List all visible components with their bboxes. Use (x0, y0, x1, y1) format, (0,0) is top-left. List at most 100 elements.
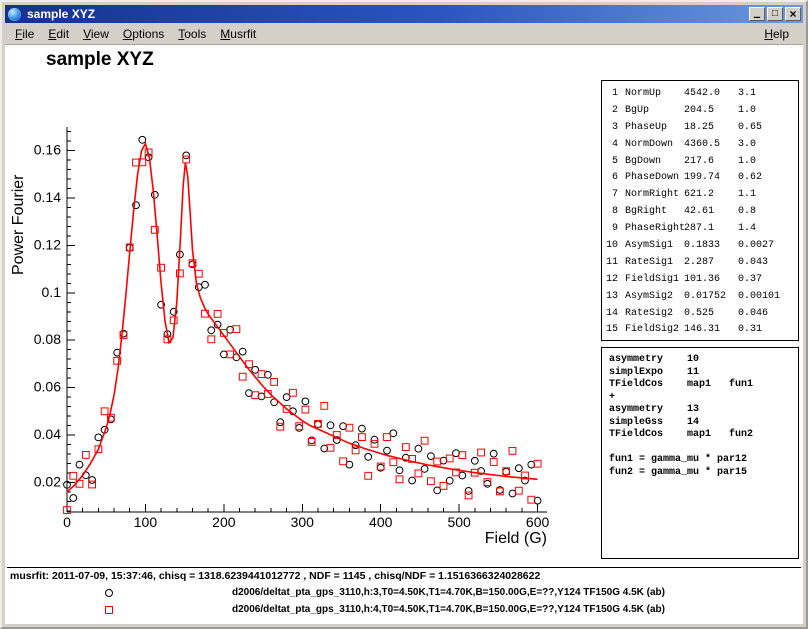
param-row: 12FieldSig1101.360.37 (602, 271, 798, 288)
svg-text:0.14: 0.14 (34, 189, 61, 205)
param-name: RateSig2 (618, 308, 684, 319)
svg-text:300: 300 (291, 514, 315, 530)
y-axis-title: Power Fourier (10, 174, 27, 275)
menu-item-file[interactable]: File (9, 24, 42, 44)
svg-text:0.1: 0.1 (42, 284, 62, 300)
param-value: 18.25 (684, 122, 738, 133)
root-canvas[interactable]: sample XYZ 01002003004005006000.020.040.… (5, 45, 803, 624)
param-number: 6 (602, 172, 618, 183)
param-number: 4 (602, 139, 618, 150)
param-row: 3PhaseUp18.250.65 (602, 119, 798, 136)
param-number: 8 (602, 206, 618, 217)
legend: d2006/deltat_pta_gps_3110,h:3,T0=4.50K,T… (5, 583, 803, 624)
param-number: 14 (602, 308, 618, 319)
menu-item-tools[interactable]: Tools (172, 24, 214, 44)
param-number: 5 (602, 156, 618, 167)
param-number: 12 (602, 274, 618, 285)
maximize-icon: □ (772, 9, 778, 19)
svg-text:200: 200 (212, 514, 236, 530)
maximize-button[interactable]: □ (767, 7, 783, 21)
param-name: BgUp (618, 105, 684, 116)
param-number: 2 (602, 105, 618, 116)
param-number: 9 (602, 223, 618, 234)
param-row: 1NormUp4542.03.1 (602, 85, 798, 102)
svg-text:500: 500 (447, 514, 471, 530)
legend-marker-circle-icon (105, 589, 113, 597)
app-icon[interactable] (8, 8, 21, 21)
param-name: PhaseRight (618, 223, 684, 234)
param-error: 0.0027 (738, 240, 798, 251)
menu-item-view[interactable]: View (77, 24, 117, 44)
param-error: 0.31 (738, 324, 798, 335)
legend-item: d2006/deltat_pta_gps_3110,h:4,T0=4.50K,T… (5, 603, 803, 619)
menu-item-help[interactable]: Help (758, 24, 797, 44)
param-name: PhaseUp (618, 122, 684, 133)
param-number: 3 (602, 122, 618, 133)
axes (67, 127, 547, 512)
param-name: BgRight (618, 206, 684, 217)
svg-text:100: 100 (134, 514, 158, 530)
svg-text:0.02: 0.02 (34, 473, 61, 489)
param-error: 3.1 (738, 88, 798, 99)
theory-line: TFieldCos map1 fun2 (609, 429, 798, 442)
theory-line: fun1 = gamma_mu * par12 (609, 454, 798, 467)
param-name: AsymSig1 (618, 240, 684, 251)
theory-line: asymmetry 10 (609, 354, 798, 367)
legend-label: d2006/deltat_pta_gps_3110,h:4,T0=4.50K,T… (232, 604, 665, 615)
menu-item-options[interactable]: Options (117, 24, 172, 44)
param-row: 15FieldSig2146.310.31 (602, 321, 798, 338)
param-value: 287.1 (684, 223, 738, 234)
param-name: PhaseDown (618, 172, 684, 183)
param-error: 1.0 (738, 156, 798, 167)
theory-line: + (609, 392, 798, 405)
param-error: 1.0 (738, 105, 798, 116)
param-name: FieldSig1 (618, 274, 684, 285)
close-button[interactable]: × (785, 7, 801, 21)
status-text: musrfit: 2011-07-09, 15:37:46, chisq = 1… (10, 570, 540, 582)
param-number: 1 (602, 88, 618, 99)
window-title: sample XYZ (27, 7, 95, 21)
param-row: 13AsymSig20.017520.00101 (602, 288, 798, 305)
svg-text:0.04: 0.04 (34, 426, 61, 442)
param-name: FieldSig2 (618, 324, 684, 335)
svg-text:600: 600 (526, 514, 550, 530)
menubar-right: Help (758, 24, 803, 44)
param-value: 199.74 (684, 172, 738, 183)
param-row: 9PhaseRight287.11.4 (602, 220, 798, 237)
param-error: 0.00101 (738, 291, 798, 302)
param-error: 0.046 (738, 308, 798, 319)
param-error: 0.8 (738, 206, 798, 217)
param-value: 146.31 (684, 324, 738, 335)
svg-text:0.16: 0.16 (34, 142, 61, 158)
param-value: 42.61 (684, 206, 738, 217)
legend-item: d2006/deltat_pta_gps_3110,h:3,T0=4.50K,T… (5, 586, 803, 602)
param-name: BgDown (618, 156, 684, 167)
param-name: NormRight (618, 189, 684, 200)
param-value: 4542.0 (684, 88, 738, 99)
menu-item-edit[interactable]: Edit (42, 24, 77, 44)
param-error: 0.37 (738, 274, 798, 285)
close-icon: × (789, 8, 796, 20)
param-number: 7 (602, 189, 618, 200)
parameter-box: 1NormUp4542.03.12BgUp204.51.03PhaseUp18.… (601, 80, 799, 341)
minimize-button[interactable]: ▁ (749, 7, 765, 21)
param-row: 7NormRight621.21.1 (602, 186, 798, 203)
window-controls: ▁ □ × (749, 7, 801, 21)
theory-line: simpleGss 14 (609, 417, 798, 430)
series-h4-points (64, 149, 541, 514)
theory-line: TFieldCos map1 fun1 (609, 379, 798, 392)
svg-text:400: 400 (369, 514, 393, 530)
theory-line (609, 442, 798, 455)
param-name: AsymSig2 (618, 291, 684, 302)
param-value: 621.2 (684, 189, 738, 200)
fit-curve (67, 144, 538, 492)
param-number: 13 (602, 291, 618, 302)
param-name: NormUp (618, 88, 684, 99)
param-value: 2.287 (684, 257, 738, 268)
param-value: 204.5 (684, 105, 738, 116)
svg-text:0: 0 (63, 514, 71, 530)
theory-box: asymmetry 10simplExpo 11TFieldCos map1 f… (601, 347, 799, 559)
menu-item-musrfit[interactable]: Musrfit (214, 24, 264, 44)
theory-line: asymmetry 13 (609, 404, 798, 417)
theory-line: fun2 = gamma_mu * par15 (609, 467, 798, 480)
